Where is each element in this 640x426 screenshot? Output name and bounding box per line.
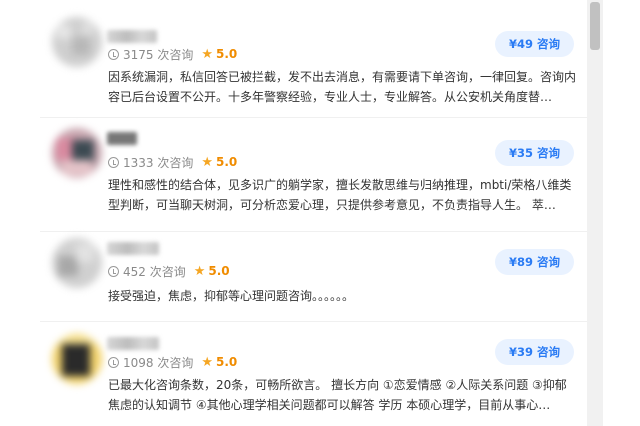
consult-stats: 1333 次咨询 ★ 5.0 — [108, 154, 237, 170]
avatar[interactable] — [52, 17, 102, 67]
consult-stats: 3175 次咨询 ★ 5.0 — [108, 46, 237, 62]
consultant-name-blurred — [107, 242, 159, 255]
consultant-card[interactable]: 1098 次咨询 ★ 5.0 ¥39 咨询 已最大化咨询条数，20条，可畅所欲言… — [40, 322, 590, 426]
consult-stats: 452 次咨询 ★ 5.0 — [108, 263, 230, 279]
clock-icon — [108, 156, 119, 168]
consultant-name-blurred — [107, 337, 159, 350]
consult-stats: 1098 次咨询 ★ 5.0 — [108, 354, 237, 370]
consultant-description: 已最大化咨询条数，20条，可畅所欲言。 擅长方向 ①恋爱情感 ②人际关系问题 ③… — [108, 378, 567, 412]
star-icon: ★ — [201, 354, 214, 370]
consultant-card[interactable]: 452 次咨询 ★ 5.0 ¥89 咨询 接受强迫，焦虑，抑郁等心理问题咨询。。… — [40, 232, 590, 322]
consultant-list: 3175 次咨询 ★ 5.0 ¥49 咨询 因系统漏洞，私信回答已被拦截，发不出… — [40, 0, 590, 426]
consult-button[interactable]: ¥49 咨询 — [495, 31, 574, 57]
star-icon: ★ — [201, 46, 214, 62]
clock-icon — [108, 48, 119, 60]
scrollbar-track[interactable] — [587, 0, 603, 426]
consult-button[interactable]: ¥39 咨询 — [495, 339, 574, 365]
rating-value: 5.0 — [216, 355, 238, 369]
star-icon: ★ — [201, 154, 214, 170]
consultant-name-blurred — [107, 30, 157, 43]
consultant-name-blurred — [107, 132, 137, 145]
consult-count: 1333 次咨询 — [123, 155, 194, 170]
clock-icon — [108, 265, 119, 277]
consultant-card[interactable]: 3175 次咨询 ★ 5.0 ¥49 咨询 因系统漏洞，私信回答已被拦截，发不出… — [40, 0, 590, 118]
consult-button[interactable]: ¥89 咨询 — [495, 249, 574, 275]
consultant-card[interactable]: 1333 次咨询 ★ 5.0 ¥35 咨询 理性和感性的结合体，见多识广的躺学家… — [40, 118, 590, 232]
consultant-description: 因系统漏洞，私信回答已被拦截，发不出去消息，有需要请下单咨询，一律回复。咨询内容… — [108, 70, 577, 104]
consultant-description: 接受强迫，焦虑，抑郁等心理问题咨询。。。。。。 — [108, 289, 355, 303]
rating-value: 5.0 — [208, 264, 230, 278]
consult-count: 452 次咨询 — [123, 264, 186, 279]
avatar[interactable] — [52, 334, 102, 384]
rating-value: 5.0 — [216, 47, 238, 61]
consultant-description: 理性和感性的结合体，见多识广的躺学家，擅长发散思维与归纳推理，mbti/荣格八维… — [108, 178, 572, 212]
rating-value: 5.0 — [216, 155, 238, 169]
consult-count: 1098 次咨询 — [123, 355, 194, 370]
avatar[interactable] — [52, 238, 102, 288]
scrollbar-thumb[interactable] — [590, 2, 600, 50]
avatar[interactable] — [52, 128, 102, 178]
clock-icon — [108, 356, 119, 368]
consult-count: 3175 次咨询 — [123, 47, 194, 62]
consult-button[interactable]: ¥35 咨询 — [495, 140, 574, 166]
star-icon: ★ — [193, 263, 206, 279]
